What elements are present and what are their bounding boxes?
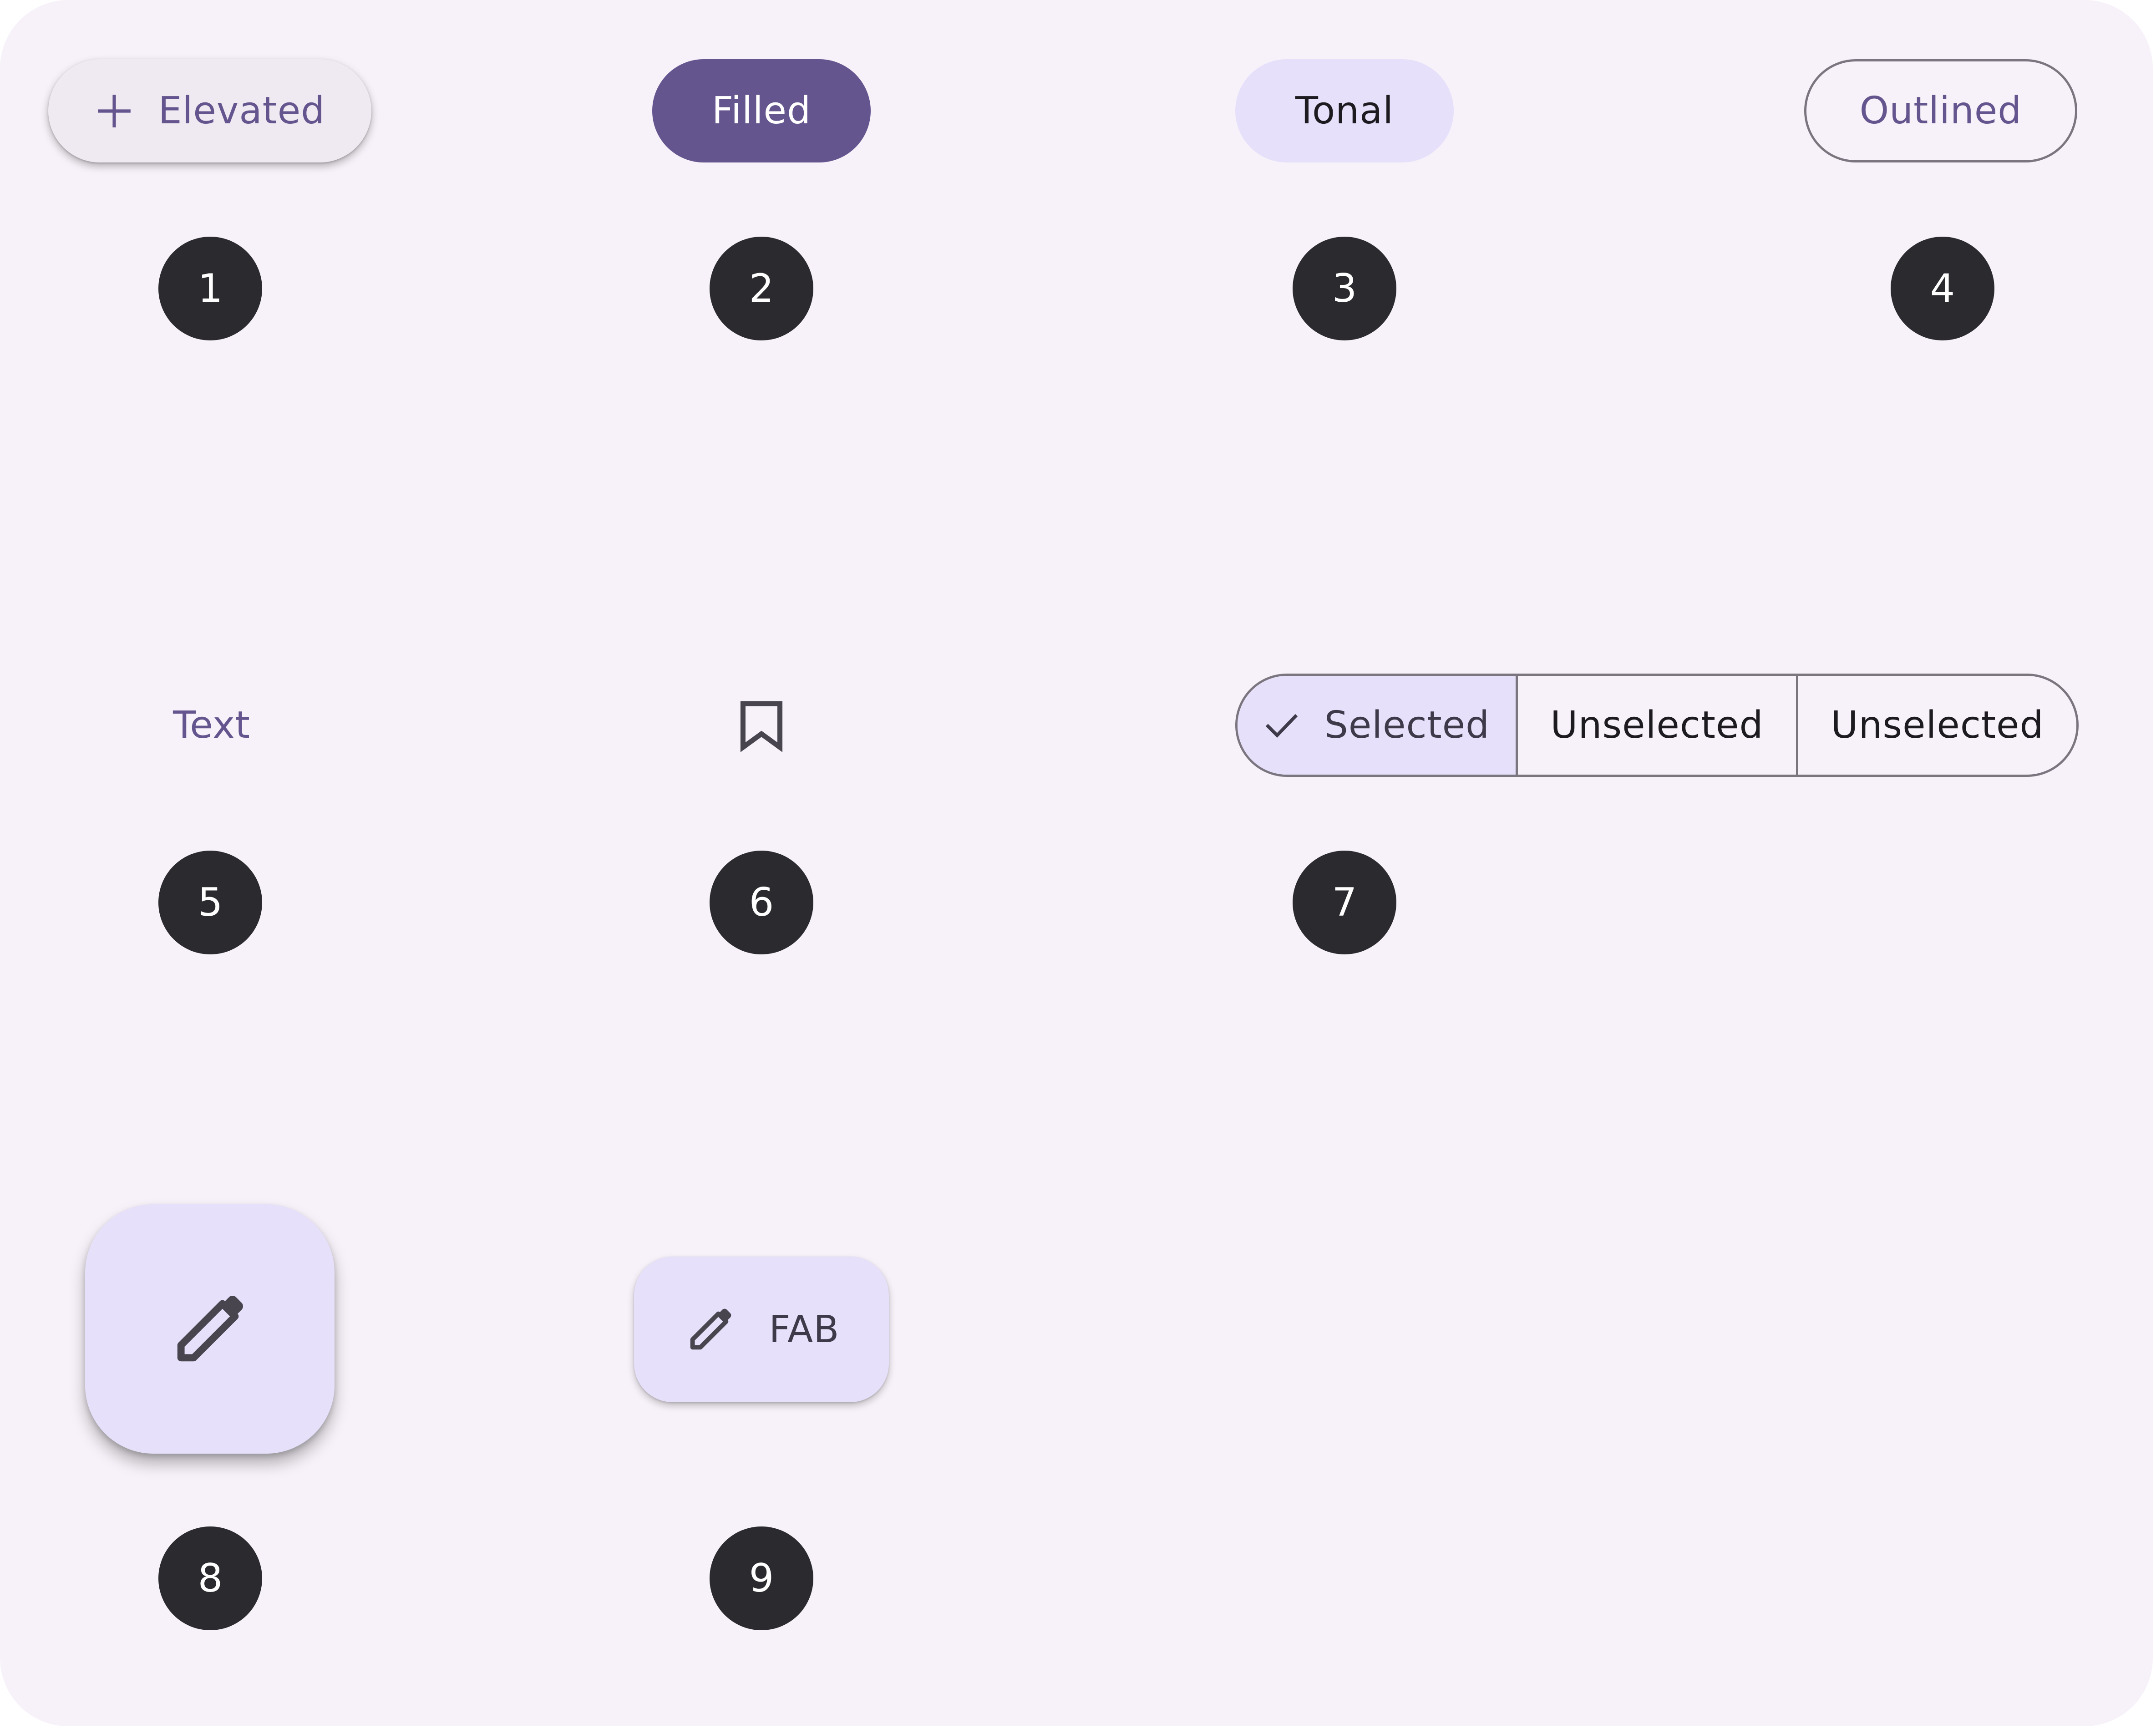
- extended-fab-label: FAB: [769, 1308, 840, 1351]
- number-badge: 5: [158, 851, 262, 954]
- tonal-button-label: Tonal: [1295, 89, 1394, 132]
- segment-selected[interactable]: Selected: [1238, 676, 1516, 775]
- number-badge: 7: [1293, 851, 1396, 954]
- extended-fab[interactable]: FAB: [634, 1257, 889, 1402]
- segment-unselected[interactable]: Unselected: [1516, 676, 1796, 775]
- outlined-button-label: Outlined: [1859, 89, 2022, 132]
- outlined-button[interactable]: Outlined: [1804, 59, 2077, 162]
- filled-button-label: Filled: [711, 89, 812, 132]
- bookmark-icon: [740, 701, 783, 752]
- components-canvas: Elevated Filled Tonal Outlined 1 2 3 4 T…: [0, 0, 2153, 1726]
- tonal-button[interactable]: Tonal: [1235, 59, 1454, 162]
- plus-icon: [97, 94, 131, 127]
- number-badge: 6: [710, 851, 813, 954]
- text-button[interactable]: Text: [141, 674, 282, 777]
- number-badge: 8: [158, 1526, 262, 1630]
- number-badge: 4: [1891, 237, 1994, 340]
- pencil-icon: [690, 1308, 731, 1350]
- large-fab[interactable]: [85, 1204, 335, 1454]
- text-button-label: Text: [173, 704, 250, 747]
- number-badge: 3: [1293, 237, 1396, 340]
- bookmark-icon-button[interactable]: [708, 674, 815, 777]
- number-badge: 2: [710, 237, 813, 340]
- check-icon: [1265, 714, 1298, 738]
- filled-button[interactable]: Filled: [652, 59, 871, 162]
- segment-label: Unselected: [1831, 704, 2044, 747]
- segment-label: Selected: [1324, 704, 1490, 747]
- elevated-button[interactable]: Elevated: [48, 59, 371, 162]
- elevated-button-label: Elevated: [158, 89, 325, 132]
- segment-unselected[interactable]: Unselected: [1796, 676, 2076, 775]
- segmented-button: Selected Unselected Unselected: [1235, 674, 2079, 777]
- pencil-icon: [177, 1296, 243, 1362]
- number-badge: 1: [158, 237, 262, 340]
- segment-label: Unselected: [1550, 704, 1764, 747]
- number-badge: 9: [710, 1526, 813, 1630]
